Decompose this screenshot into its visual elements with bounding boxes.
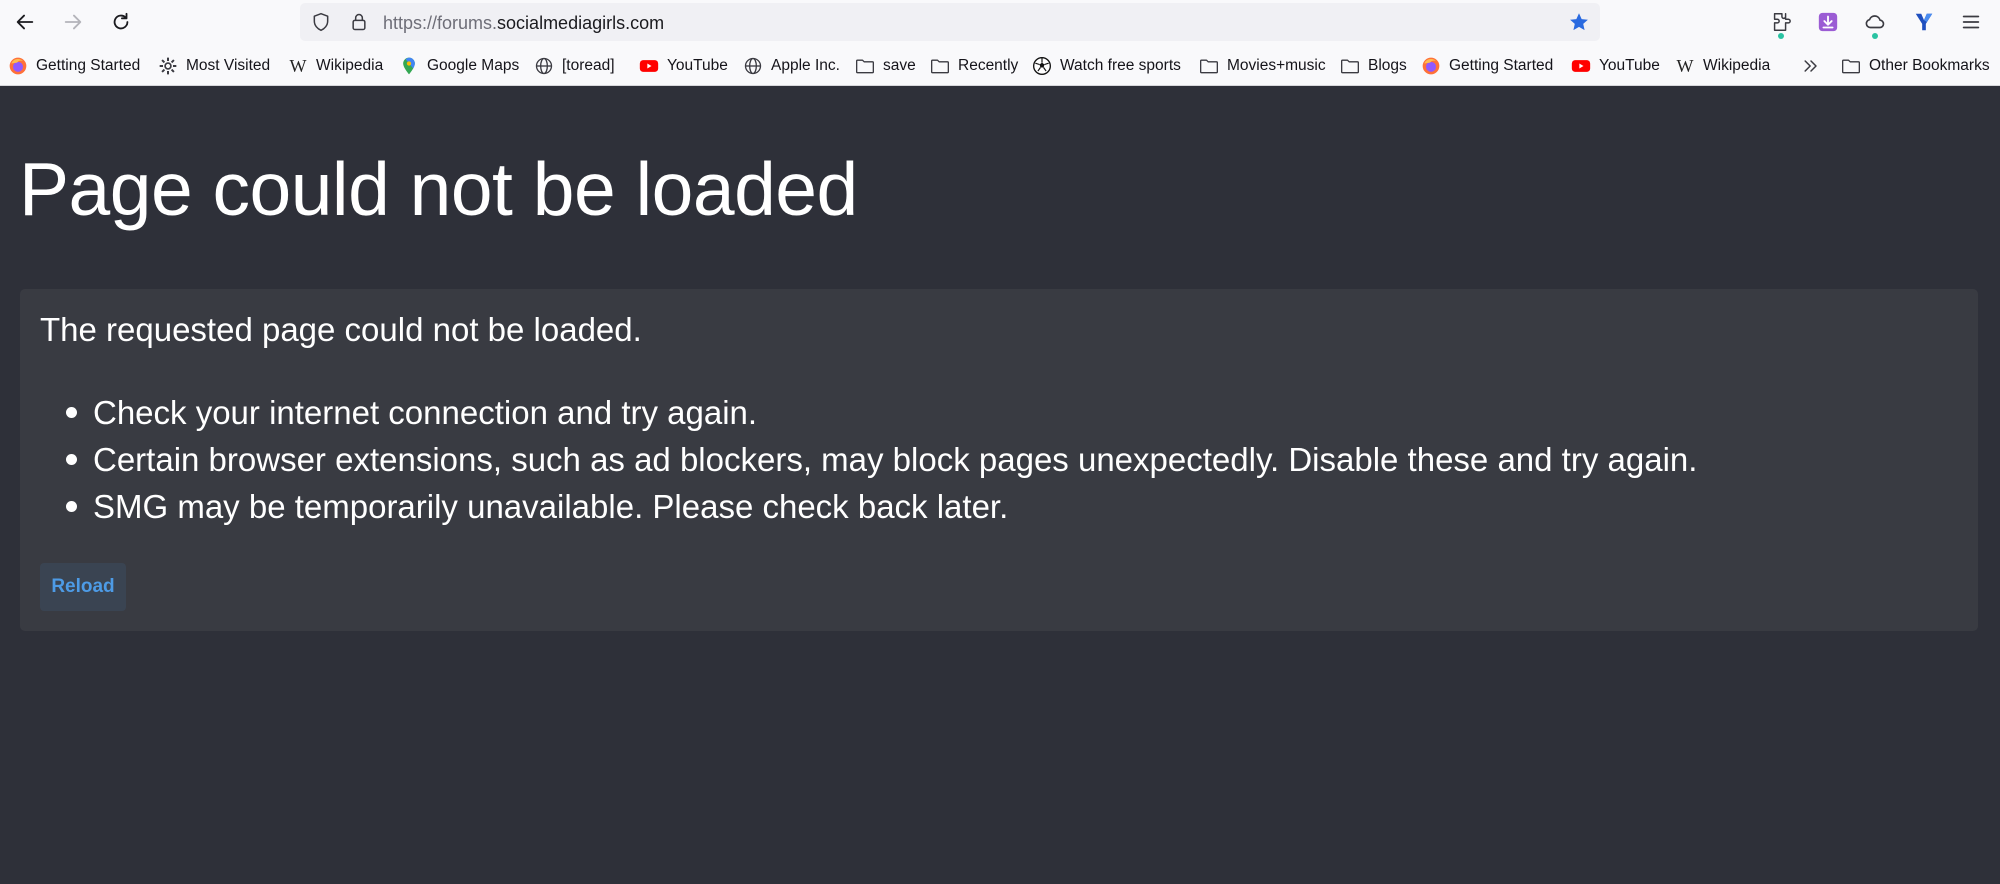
other-bookmarks-folder[interactable]: Other Bookmarks xyxy=(1841,55,1990,77)
list-item: Check your internet connection and try a… xyxy=(65,389,1697,436)
arrow-right-icon xyxy=(64,14,82,30)
cloud-icon xyxy=(1865,15,1885,29)
bookmark-label: Recently xyxy=(958,57,1019,74)
bookmark-toread[interactable]: [toread] xyxy=(534,55,615,77)
bookmark-label: YouTube xyxy=(667,57,728,74)
folder-icon xyxy=(1841,56,1861,76)
bookmarks-overflow-button[interactable] xyxy=(1801,55,1829,77)
firefox-icon xyxy=(1421,56,1441,76)
bookmark-label: Most Visited xyxy=(186,57,271,74)
bookmark-apple[interactable]: Apple Inc. xyxy=(743,55,840,77)
page-title: Page could not be loaded xyxy=(19,147,858,231)
double-chevron-right-icon xyxy=(1801,56,1821,76)
gear-icon xyxy=(158,56,178,76)
bookmark-label: Wikipedia xyxy=(316,57,384,74)
wikipedia-icon: W xyxy=(289,55,307,76)
bookmark-getting-started[interactable]: Getting Started xyxy=(8,55,140,77)
cloud-badge xyxy=(1872,33,1878,39)
bookmark-wikipedia-2[interactable]: W Wikipedia xyxy=(1675,55,1771,77)
extensions-button[interactable] xyxy=(1768,9,1794,39)
bookmark-youtube-2[interactable]: YouTube xyxy=(1571,55,1660,77)
bookmark-label: [toread] xyxy=(562,57,615,74)
bookmark-folder-blogs[interactable]: Blogs xyxy=(1340,55,1407,77)
bookmark-label: Getting Started xyxy=(1449,57,1554,74)
bookmark-label: Movies+music xyxy=(1227,57,1326,74)
download-icon xyxy=(1818,12,1838,32)
bookmark-folder-movies-music[interactable]: Movies+music xyxy=(1199,55,1326,77)
bookmark-label: Blogs xyxy=(1368,57,1407,74)
vpn-extension-button[interactable] xyxy=(1911,9,1937,35)
bookmark-folder-recently[interactable]: Recently xyxy=(930,55,1018,77)
lock-icon[interactable] xyxy=(349,12,369,32)
arrow-left-icon xyxy=(16,14,34,30)
bookmark-star-icon[interactable] xyxy=(1568,11,1590,33)
refresh-icon xyxy=(113,12,129,30)
folder-icon xyxy=(1199,56,1219,76)
map-pin-icon xyxy=(399,56,419,76)
page-content: Page could not be loaded The requested p… xyxy=(0,86,2000,884)
reload-browser-button[interactable] xyxy=(104,6,138,38)
puzzle-icon xyxy=(1773,13,1791,31)
bookmark-watch-free-sports[interactable]: Watch free sports xyxy=(1032,55,1181,77)
bookmark-label: Google Maps xyxy=(427,57,520,74)
bookmark-folder-save[interactable]: save xyxy=(855,55,916,77)
bookmark-most-visited[interactable]: Most Visited xyxy=(158,55,270,77)
folder-icon xyxy=(930,56,950,76)
reload-button[interactable]: Reload xyxy=(40,563,126,611)
bookmark-label: Wikipedia xyxy=(1703,57,1771,74)
url-domain: socialmediagirls.com xyxy=(497,13,665,33)
soccer-ball-icon xyxy=(1032,56,1052,76)
bookmark-youtube[interactable]: YouTube xyxy=(639,55,728,77)
folder-icon xyxy=(855,56,875,76)
youtube-icon xyxy=(1571,56,1591,76)
bookmark-getting-started-2[interactable]: Getting Started xyxy=(1421,55,1553,77)
wikipedia-icon: W xyxy=(1676,55,1694,76)
other-bookmarks-label: Other Bookmarks xyxy=(1869,57,1990,74)
url-text[interactable]: https://forums.socialmediagirls.com xyxy=(383,13,664,34)
folder-icon xyxy=(1340,56,1360,76)
bookmark-label: Getting Started xyxy=(36,57,141,74)
firefox-icon xyxy=(8,56,28,76)
bookmark-label: YouTube xyxy=(1599,57,1660,74)
download-extension-button[interactable] xyxy=(1815,9,1841,35)
bookmark-label: Apple Inc. xyxy=(771,57,840,74)
browser-toolbar: https://forums.socialmediagirls.com xyxy=(0,0,2000,44)
error-card: The requested page could not be loaded. … xyxy=(20,289,1978,631)
y-logo-icon xyxy=(1915,13,1933,31)
bookmark-label: Watch free sports xyxy=(1060,57,1181,74)
bookmarks-toolbar: Getting Started Most Visited W Wikipedia… xyxy=(0,44,2000,86)
shield-icon[interactable] xyxy=(311,12,331,32)
bookmark-label: save xyxy=(883,57,916,74)
globe-icon xyxy=(743,56,763,76)
back-button[interactable] xyxy=(8,6,42,38)
hamburger-menu-icon xyxy=(1962,15,1980,29)
list-item: Certain browser extensions, such as ad b… xyxy=(65,436,1697,483)
list-item: SMG may be temporarily unavailable. Plea… xyxy=(65,483,1697,530)
bookmark-wikipedia[interactable]: W Wikipedia xyxy=(288,55,384,77)
bookmark-google-maps[interactable]: Google Maps xyxy=(399,55,519,77)
youtube-icon xyxy=(639,56,659,76)
url-protocol: https://forums. xyxy=(383,13,498,33)
menu-button[interactable] xyxy=(1958,9,1984,35)
extension-badge xyxy=(1778,33,1784,39)
globe-icon xyxy=(534,56,554,76)
error-reasons-list: Check your internet connection and try a… xyxy=(65,389,1697,530)
cloud-button[interactable] xyxy=(1862,9,1888,39)
url-bar[interactable]: https://forums.socialmediagirls.com xyxy=(300,3,1600,41)
forward-button[interactable] xyxy=(56,6,90,38)
error-message: The requested page could not be loaded. xyxy=(40,311,642,348)
